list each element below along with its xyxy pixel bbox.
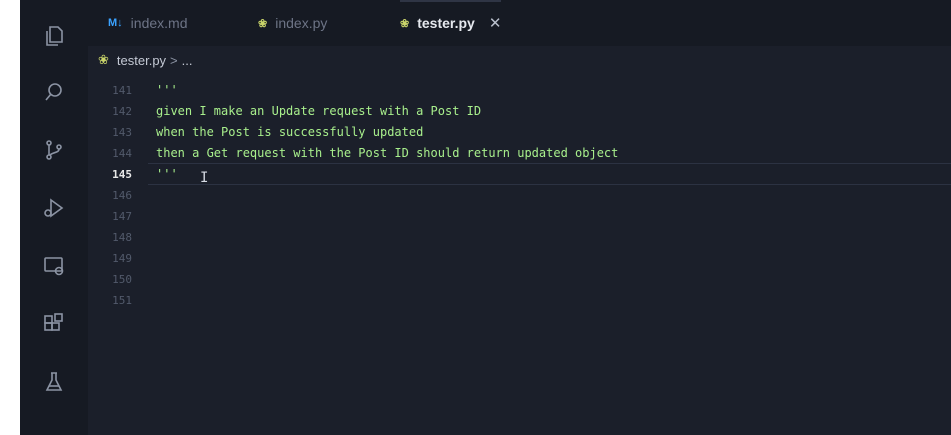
line-number: 141 <box>112 84 132 97</box>
tab-index-py[interactable]: ❀ index.py <box>258 0 327 46</box>
line-number: 142 <box>112 105 132 118</box>
code-line[interactable]: ''' <box>156 83 178 97</box>
text-cursor: I <box>200 170 209 186</box>
editor-window: M↓ index.md ❀ index.py ❀ tester.py ✕ ❀ t… <box>20 0 951 435</box>
tab-tester-py[interactable]: ❀ tester.py ✕ <box>400 0 502 46</box>
python-icon: ❀ <box>98 52 109 67</box>
python-icon: ❀ <box>400 17 410 30</box>
remote-explorer-icon[interactable] <box>40 252 68 280</box>
run-debug-icon[interactable] <box>40 194 68 222</box>
line-number: 147 <box>112 210 132 223</box>
line-number: 143 <box>112 126 132 139</box>
testing-icon[interactable] <box>40 368 68 396</box>
line-number: 144 <box>112 147 132 160</box>
breadcrumb-separator: > <box>170 52 178 68</box>
explorer-icon[interactable] <box>40 22 68 50</box>
line-number: 149 <box>112 252 132 265</box>
python-icon: ❀ <box>258 17 268 30</box>
line-number: 151 <box>112 294 132 307</box>
line-number: 148 <box>112 231 132 244</box>
code-editor[interactable]: 141 142 143 144 145 146 147 148 149 150 … <box>88 78 951 435</box>
close-icon[interactable]: ✕ <box>489 14 502 32</box>
tab-index-md[interactable]: M↓ index.md <box>108 0 187 46</box>
breadcrumb-file[interactable]: tester.py <box>117 53 166 68</box>
code-line[interactable]: when the Post is successfully updated <box>156 125 423 139</box>
search-icon[interactable] <box>40 78 68 106</box>
line-number-current: 145 <box>112 168 132 181</box>
line-number: 150 <box>112 273 132 286</box>
code-line-current[interactable]: ''' <box>156 167 178 181</box>
extensions-icon[interactable] <box>40 310 68 338</box>
breadcrumb: ❀ tester.py > ... <box>88 46 951 74</box>
source-control-icon[interactable] <box>40 136 68 164</box>
breadcrumb-symbol[interactable]: ... <box>182 53 193 68</box>
markdown-icon: M↓ <box>108 17 123 29</box>
tab-label: index.py <box>275 15 328 31</box>
code-line[interactable]: given I make an Update request with a Po… <box>156 104 481 118</box>
activity-bar <box>20 0 88 435</box>
tab-label: tester.py <box>417 15 475 31</box>
current-line-highlight <box>148 163 951 185</box>
line-number: 146 <box>112 189 132 202</box>
tab-label: index.md <box>130 15 188 31</box>
tab-bar: M↓ index.md ❀ index.py ❀ tester.py ✕ <box>88 0 951 46</box>
code-line[interactable]: then a Get request with the Post ID shou… <box>156 146 618 160</box>
